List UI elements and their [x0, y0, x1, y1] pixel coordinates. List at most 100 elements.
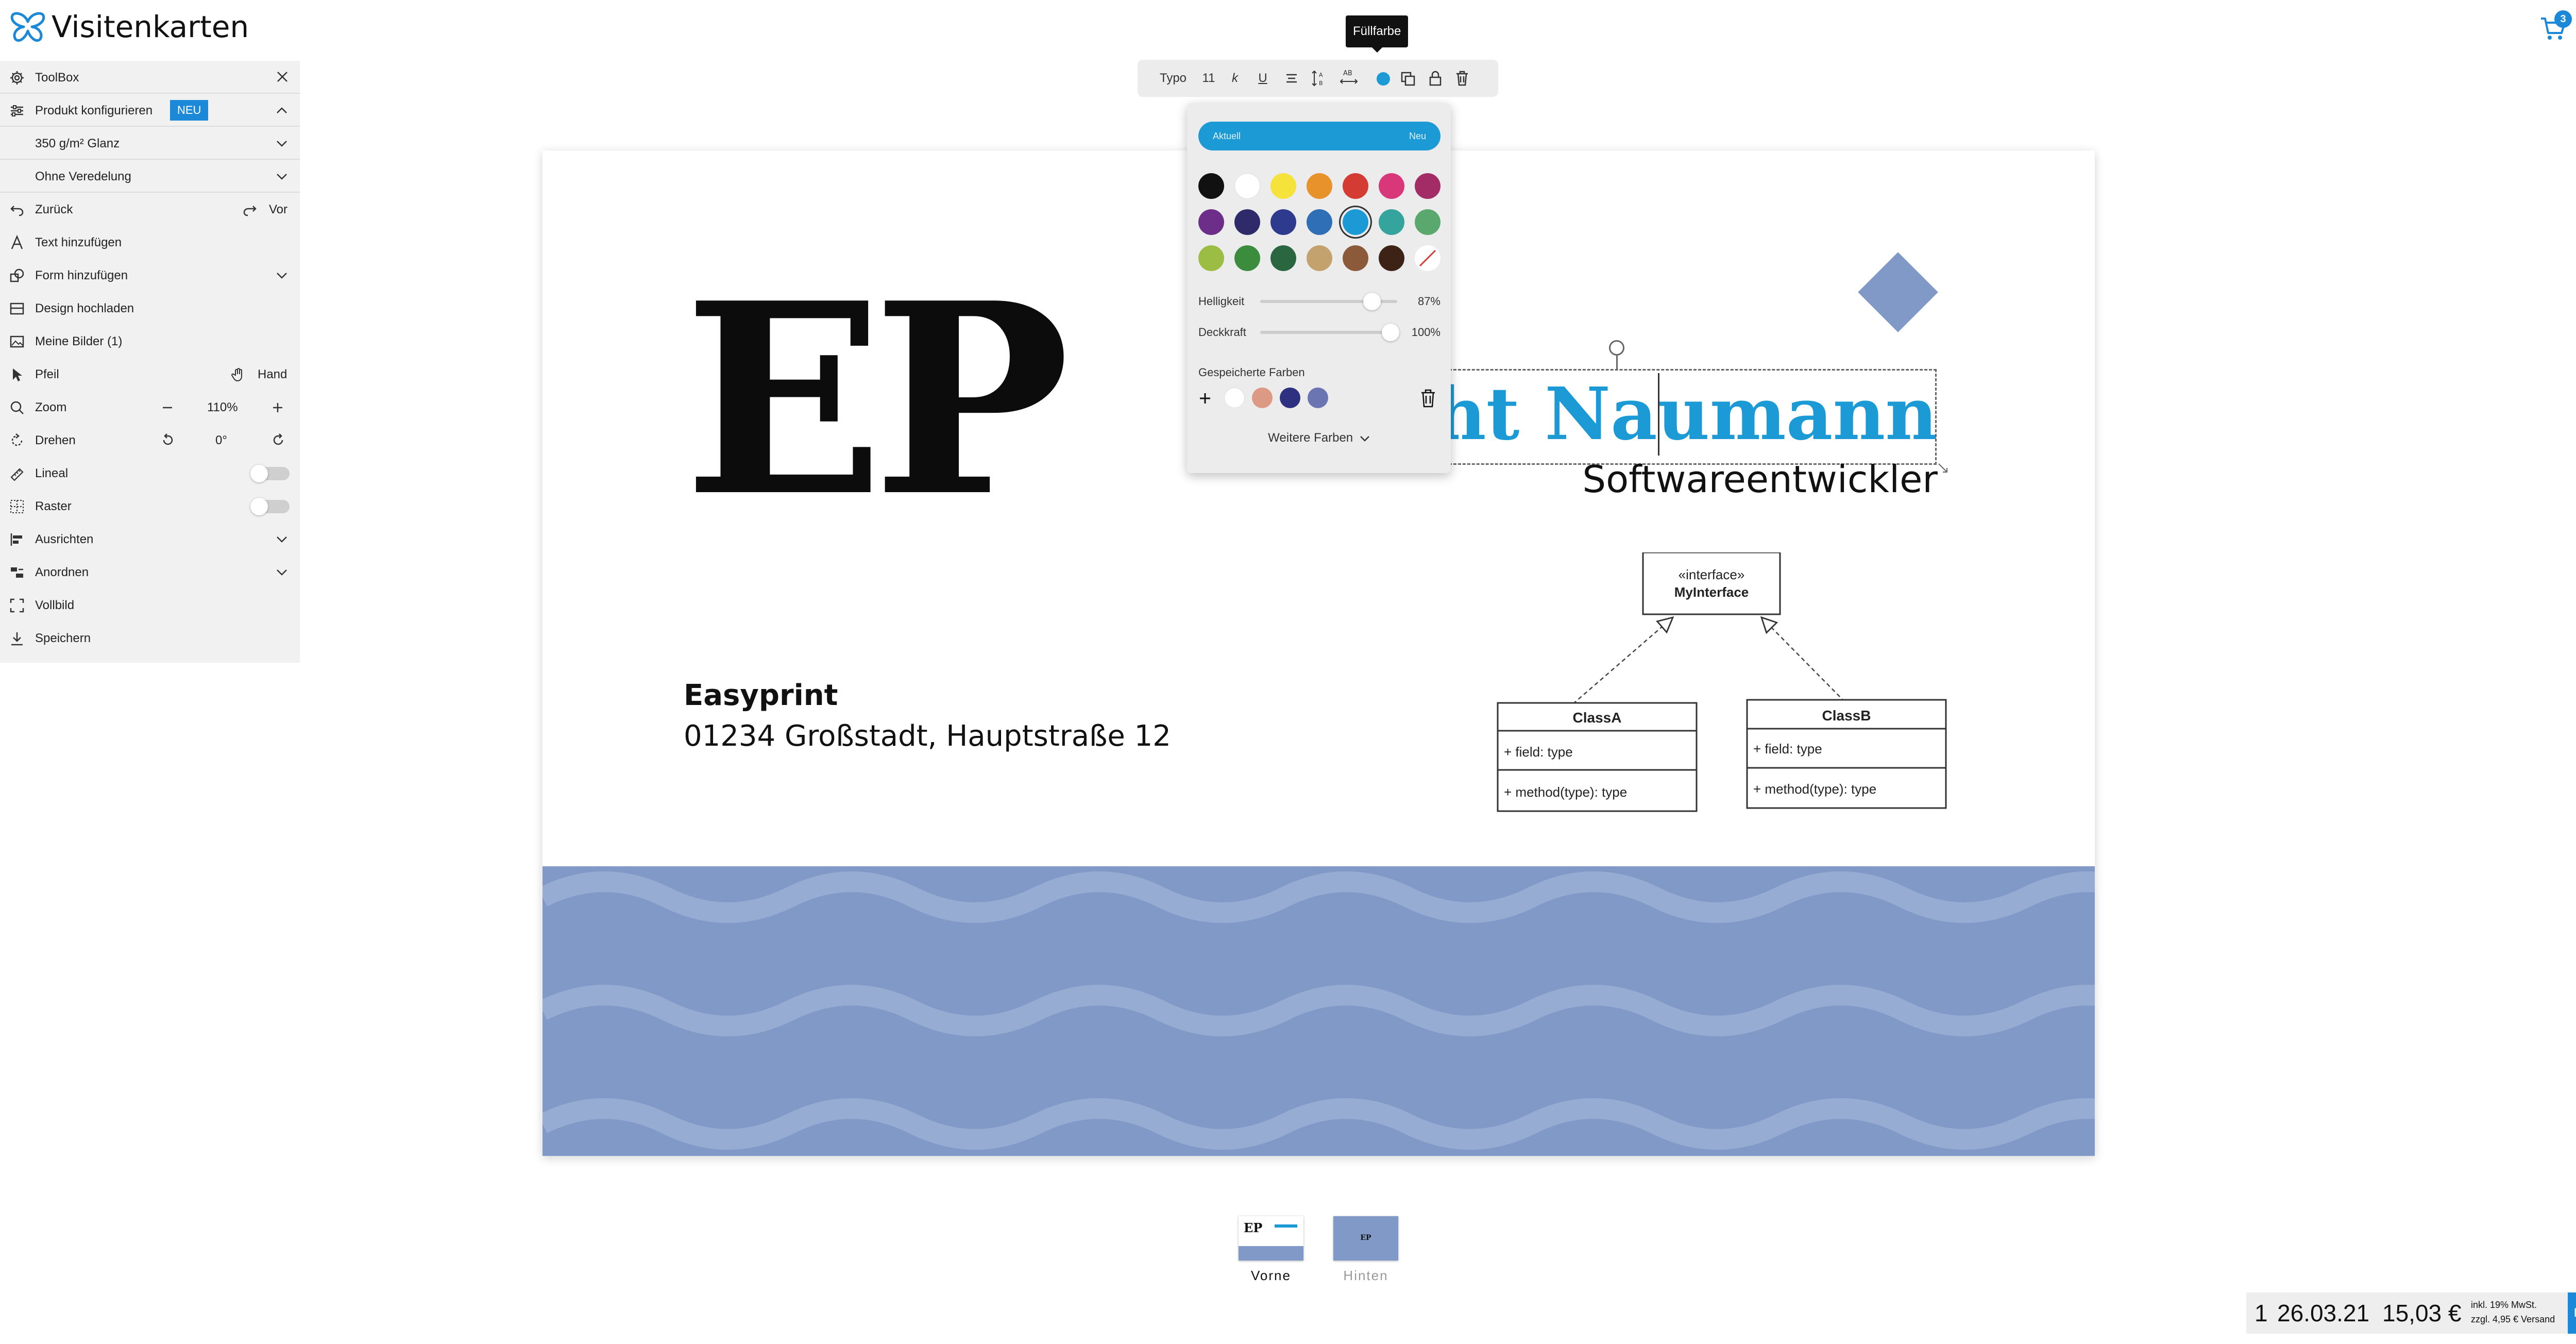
text-align-icon[interactable] — [1285, 72, 1298, 85]
page-thumbnail-back[interactable]: EP — [1333, 1216, 1398, 1261]
hand-icon[interactable] — [231, 367, 246, 382]
italic-button[interactable]: k — [1227, 60, 1243, 97]
color-swatch[interactable] — [1307, 173, 1332, 199]
letter-spacing-icon[interactable]: AB — [1338, 67, 1359, 88]
rotate-left-icon[interactable] — [161, 433, 175, 447]
arrow-pointer-icon[interactable] — [9, 367, 25, 382]
color-swatch[interactable] — [1198, 245, 1224, 271]
align-toggle[interactable]: Ausrichten — [0, 523, 300, 556]
page-label-back[interactable]: Hinten — [1325, 1268, 1407, 1284]
grid-toggle[interactable] — [250, 498, 290, 515]
color-swatch[interactable] — [1379, 245, 1404, 271]
uml-class-a-field: + field: type — [1504, 744, 1573, 760]
color-swatch[interactable] — [1234, 173, 1260, 199]
color-swatch[interactable] — [1343, 209, 1368, 235]
job-title-text[interactable]: Softwareentwickler — [1582, 458, 1938, 501]
shipping-note: zzgl. 4,95 € Versand — [2471, 1314, 2555, 1324]
color-swatch[interactable] — [1379, 209, 1404, 235]
add-shape-button[interactable]: Form hinzufügen — [0, 259, 300, 292]
add-shape-label: Form hinzufügen — [35, 268, 128, 282]
butterfly-logo-icon[interactable] — [9, 10, 46, 45]
saved-color-swatch[interactable] — [1224, 388, 1245, 408]
fullscreen-label: Vollbild — [35, 598, 75, 612]
saved-color-swatch[interactable] — [1308, 388, 1328, 408]
saved-color-swatch[interactable] — [1280, 388, 1300, 408]
opacity-slider[interactable] — [1260, 324, 1399, 341]
lock-icon[interactable] — [1428, 70, 1443, 87]
company-name-text[interactable]: Easyprint — [684, 679, 838, 712]
rotate-handle[interactable] — [1609, 340, 1624, 356]
color-swatch[interactable] — [1234, 209, 1260, 235]
color-swatch[interactable] — [1198, 209, 1224, 235]
arrange-toggle[interactable]: Anordnen — [0, 556, 300, 589]
color-swatch[interactable] — [1270, 173, 1296, 199]
color-swatch[interactable] — [1343, 245, 1368, 271]
diamond-shape[interactable] — [1858, 252, 1938, 332]
color-swatch[interactable] — [1415, 173, 1440, 199]
rotate-right-icon[interactable] — [271, 433, 285, 447]
opacity-slider-knob[interactable] — [1382, 324, 1399, 341]
hand-mode-button[interactable]: Hand — [258, 367, 287, 382]
price-value: 15,03 € — [2382, 1300, 2462, 1326]
zoom-in-icon[interactable] — [272, 402, 283, 413]
color-swatch[interactable] — [1343, 173, 1368, 199]
color-swatch[interactable] — [1270, 245, 1296, 271]
my-images-button[interactable]: Meine Bilder (1) — [0, 325, 300, 358]
quantity-value[interactable]: 1 — [2255, 1292, 2268, 1334]
more-colors-label: Weitere Farben — [1268, 431, 1353, 445]
ruler-icon — [10, 468, 24, 481]
brightness-slider-knob[interactable] — [1363, 293, 1381, 310]
zoom-label: Zoom — [35, 400, 67, 414]
trash-icon[interactable] — [1455, 70, 1469, 87]
close-icon[interactable] — [276, 70, 289, 83]
fullscreen-button[interactable]: Vollbild — [0, 589, 300, 621]
undo-icon[interactable] — [9, 202, 25, 217]
no-color-swatch[interactable] — [1415, 245, 1440, 271]
chevron-down-icon — [277, 174, 287, 180]
color-preview-bar: Aktuell Neu — [1198, 122, 1440, 150]
color-swatch[interactable] — [1307, 209, 1332, 235]
chevron-down-icon — [1360, 435, 1369, 442]
color-swatch[interactable] — [1234, 245, 1260, 271]
redo-button[interactable]: Vor — [269, 203, 287, 217]
uml-diagram-image[interactable]: «interface» MyInterface ClassA + field: … — [1470, 552, 1985, 820]
configure-product-toggle[interactable]: Produkt konfigurieren NEU — [0, 94, 300, 127]
ruler-toggle[interactable] — [250, 465, 290, 482]
color-swatch[interactable] — [1270, 209, 1296, 235]
font-family-button[interactable]: Typo — [1156, 60, 1190, 97]
app-title: Visitenkarten — [52, 9, 249, 44]
page-thumbnail-front[interactable]: EP — [1239, 1216, 1303, 1261]
line-height-icon[interactable]: AB — [1311, 69, 1328, 88]
zoom-out-icon[interactable] — [162, 402, 173, 413]
add-text-button[interactable]: Text hinzufügen — [0, 226, 300, 259]
undo-button[interactable]: Zurück — [35, 203, 73, 217]
color-swatch[interactable] — [1379, 173, 1404, 199]
color-swatch[interactable] — [1198, 173, 1224, 199]
saved-color-swatch[interactable] — [1252, 388, 1273, 408]
color-swatch[interactable] — [1307, 245, 1332, 271]
upload-design-button[interactable]: Design hochladen — [0, 292, 300, 325]
thumb-logo: EP — [1360, 1234, 1371, 1242]
buy-button[interactable]: KAUFEN — [2568, 1292, 2576, 1334]
align-label: Ausrichten — [35, 532, 94, 546]
redo-icon[interactable] — [242, 202, 258, 217]
finish-select[interactable]: Ohne Veredelung — [0, 160, 300, 193]
brightness-slider[interactable] — [1260, 293, 1397, 310]
save-button[interactable]: Speichern — [0, 621, 300, 654]
page-label-front[interactable]: Vorne — [1230, 1268, 1312, 1284]
uml-interface-stereotype: «interface» — [1679, 567, 1745, 582]
wave-pattern-band[interactable] — [543, 866, 2095, 1156]
company-address-text[interactable]: 01234 Großstadt, Hauptstraße 12 — [684, 719, 1171, 753]
resize-handle-icon[interactable] — [1938, 463, 1948, 473]
color-swatch[interactable] — [1415, 209, 1440, 235]
trash-icon[interactable] — [1420, 389, 1436, 408]
add-color-icon[interactable] — [1198, 392, 1212, 405]
pointer-mode-button[interactable]: Pfeil — [35, 367, 59, 382]
duplicate-icon[interactable] — [1400, 71, 1416, 87]
underline-button[interactable]: U — [1255, 60, 1270, 97]
card-logo-text[interactable]: EP — [684, 269, 1070, 532]
fill-color-button[interactable] — [1377, 72, 1390, 86]
more-colors-button[interactable]: Weitere Farben — [1187, 431, 1451, 445]
paper-select[interactable]: 350 g/m² Glanz — [0, 127, 300, 160]
font-size-button[interactable]: 11 — [1198, 60, 1219, 97]
